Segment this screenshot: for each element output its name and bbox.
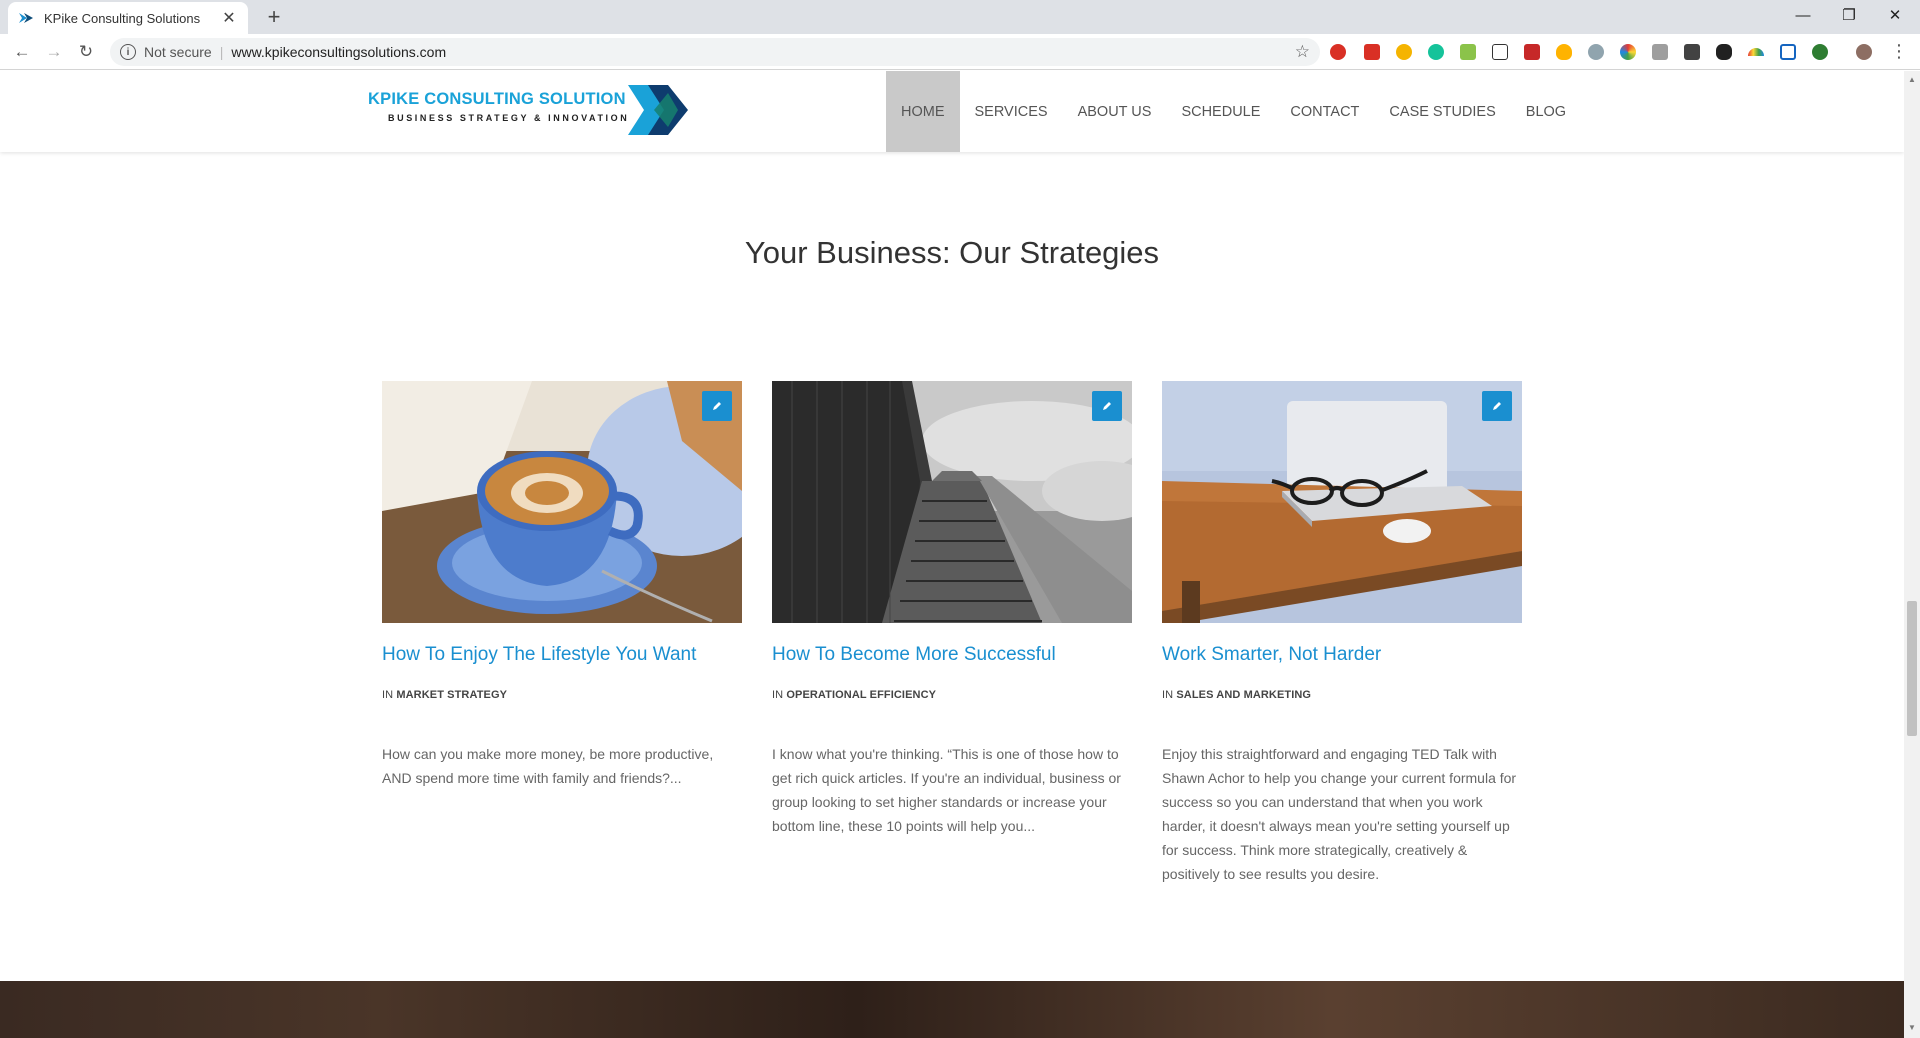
category-link[interactable]: OPERATIONAL EFFICIENCY bbox=[786, 689, 936, 701]
scroll-up-icon[interactable]: ▲ bbox=[1908, 75, 1916, 84]
extension-icon-11[interactable] bbox=[1652, 44, 1668, 60]
pencil-icon bbox=[713, 402, 721, 410]
post-category: IN MARKET STRATEGY bbox=[382, 689, 507, 701]
url-text[interactable]: www.kpikeconsultingsolutions.com bbox=[231, 44, 1294, 60]
profile-avatar[interactable] bbox=[1856, 44, 1872, 60]
post-thumbnail[interactable] bbox=[772, 381, 1132, 623]
edit-post-button[interactable] bbox=[1092, 391, 1122, 421]
address-bar[interactable]: i Not secure | www.kpikeconsultingsoluti… bbox=[110, 38, 1320, 66]
logo-name: KPIKE CONSULTING SOLUTION bbox=[368, 90, 626, 108]
reload-icon[interactable]: ↻ bbox=[74, 40, 98, 64]
scroll-down-icon[interactable]: ▼ bbox=[1908, 1023, 1916, 1032]
extension-icon-6[interactable] bbox=[1492, 44, 1508, 60]
address-separator: | bbox=[219, 44, 224, 60]
scrollbar-thumb[interactable] bbox=[1907, 601, 1917, 736]
blog-post-card: How To Enjoy The Lifestyle You Want IN M… bbox=[382, 381, 742, 786]
nav-contact[interactable]: CONTACT bbox=[1275, 71, 1374, 152]
post-category: IN OPERATIONAL EFFICIENCY bbox=[772, 689, 936, 701]
logo-arrow-icon bbox=[628, 85, 688, 135]
minimize-icon[interactable]: — bbox=[1780, 0, 1826, 30]
nav-case-studies[interactable]: CASE STUDIES bbox=[1374, 71, 1510, 152]
category-link[interactable]: MARKET STRATEGY bbox=[396, 689, 507, 701]
forward-icon[interactable]: → bbox=[42, 40, 66, 64]
browser-toolbar: ← → ↻ i Not secure | www.kpikeconsulting… bbox=[0, 34, 1920, 70]
post-thumbnail[interactable] bbox=[1162, 381, 1522, 623]
site-header: KPIKE CONSULTING SOLUTION BUSINESS STRAT… bbox=[0, 71, 1904, 152]
extension-icon-2[interactable] bbox=[1364, 44, 1380, 60]
post-title[interactable]: How To Become More Successful bbox=[772, 644, 1056, 666]
extension-icon-13[interactable] bbox=[1716, 44, 1732, 60]
browser-tab-strip: KPike Consulting Solutions ✕ + — ❐ ✕ bbox=[0, 0, 1920, 34]
post-title[interactable]: Work Smarter, Not Harder bbox=[1162, 644, 1381, 666]
page-scrollbar[interactable]: ▲ ▼ bbox=[1904, 71, 1920, 1038]
bookmark-star-icon[interactable]: ☆ bbox=[1295, 42, 1310, 62]
page-viewport: KPIKE CONSULTING SOLUTION BUSINESS STRAT… bbox=[0, 71, 1904, 1038]
extension-icon-9[interactable] bbox=[1588, 44, 1604, 60]
lightbulb-icon[interactable] bbox=[1556, 44, 1572, 60]
color-picker-icon[interactable] bbox=[1620, 44, 1636, 60]
blog-post-card: Work Smarter, Not Harder IN SALES AND MA… bbox=[1162, 381, 1522, 882]
post-excerpt: How can you make more money, be more pro… bbox=[382, 746, 714, 786]
section-title: Your Business: Our Strategies bbox=[744, 235, 1160, 270]
browser-tab[interactable]: KPike Consulting Solutions ✕ bbox=[8, 2, 248, 34]
post-thumbnail[interactable] bbox=[382, 381, 742, 623]
tab-close-icon[interactable]: ✕ bbox=[220, 8, 238, 28]
post-excerpt: I know what you're thinking. “This is on… bbox=[772, 746, 1121, 834]
category-prefix: IN bbox=[1162, 689, 1174, 701]
nav-blog[interactable]: BLOG bbox=[1511, 71, 1581, 152]
tab-title: KPike Consulting Solutions bbox=[44, 10, 201, 26]
not-secure-label: Not secure bbox=[144, 44, 212, 60]
post-title[interactable]: How To Enjoy The Lifestyle You Want bbox=[382, 644, 696, 666]
site-favicon-icon bbox=[19, 13, 33, 23]
post-category: IN SALES AND MARKETING bbox=[1162, 689, 1311, 701]
extension-icon-1[interactable] bbox=[1330, 44, 1346, 60]
extension-icon-12[interactable] bbox=[1684, 44, 1700, 60]
main-navigation: HOME SERVICES ABOUT US SCHEDULE CONTACT … bbox=[886, 71, 1581, 152]
nav-services[interactable]: SERVICES bbox=[960, 71, 1063, 152]
extension-icon-3[interactable] bbox=[1396, 44, 1412, 60]
coffee-cup-image bbox=[382, 381, 742, 623]
footer-background-band bbox=[0, 981, 1904, 1038]
nav-home[interactable]: HOME bbox=[886, 71, 960, 152]
evernote-icon[interactable] bbox=[1812, 44, 1828, 60]
site-logo[interactable]: KPIKE CONSULTING SOLUTION BUSINESS STRAT… bbox=[368, 85, 698, 135]
laptop-glasses-image bbox=[1162, 381, 1522, 623]
category-prefix: IN bbox=[382, 689, 394, 701]
pencil-icon bbox=[1493, 402, 1501, 410]
info-icon[interactable]: i bbox=[120, 44, 136, 60]
nav-about-us[interactable]: ABOUT US bbox=[1063, 71, 1167, 152]
browser-menu-icon[interactable]: ⋮ bbox=[1890, 41, 1908, 61]
edit-post-button[interactable] bbox=[1482, 391, 1512, 421]
logo-tagline: BUSINESS STRATEGY & INNOVATION bbox=[388, 113, 630, 123]
edit-post-button[interactable] bbox=[702, 391, 732, 421]
rainbow-icon[interactable] bbox=[1748, 48, 1764, 56]
category-prefix: IN bbox=[772, 689, 784, 701]
pencil-icon bbox=[1103, 402, 1111, 410]
extension-icon-7[interactable] bbox=[1524, 44, 1540, 60]
back-icon[interactable]: ← bbox=[10, 40, 34, 64]
category-link[interactable]: SALES AND MARKETING bbox=[1176, 689, 1311, 701]
hashtag-icon[interactable] bbox=[1780, 44, 1796, 60]
nav-schedule[interactable]: SCHEDULE bbox=[1166, 71, 1275, 152]
restore-icon[interactable]: ❐ bbox=[1826, 0, 1872, 30]
extension-icon-5[interactable] bbox=[1460, 44, 1476, 60]
close-window-icon[interactable]: ✕ bbox=[1872, 0, 1918, 30]
blog-post-card: How To Become More Successful IN OPERATI… bbox=[772, 381, 1132, 834]
grammarly-icon[interactable] bbox=[1428, 44, 1444, 60]
post-excerpt: Enjoy this straightforward and engaging … bbox=[1162, 746, 1517, 882]
new-tab-button[interactable]: + bbox=[262, 5, 286, 29]
staircase-image bbox=[772, 381, 1132, 623]
